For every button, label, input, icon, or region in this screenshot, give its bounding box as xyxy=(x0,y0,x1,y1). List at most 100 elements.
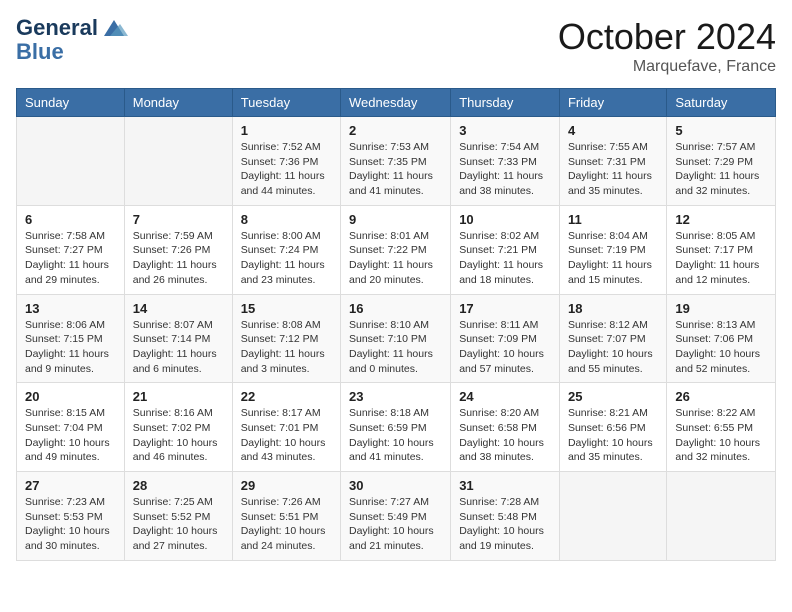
day-number: 22 xyxy=(241,389,332,404)
calendar-cell: 15Sunrise: 8:08 AMSunset: 7:12 PMDayligh… xyxy=(232,294,340,383)
cell-line: Sunset: 6:56 PM xyxy=(568,422,646,434)
cell-line: Daylight: 11 hours and 26 minutes. xyxy=(133,259,217,286)
day-number: 27 xyxy=(25,478,116,493)
cell-line: Sunrise: 7:53 AM xyxy=(349,141,429,153)
cell-line: Daylight: 10 hours and 32 minutes. xyxy=(675,437,760,464)
calendar-cell: 7 Sunrise: 7:59 AMSunset: 7:26 PMDaylight… xyxy=(124,205,232,294)
cell-line: Sunset: 7:21 PM xyxy=(459,244,537,256)
day-number: 31 xyxy=(459,478,551,493)
day-number: 28 xyxy=(133,478,224,493)
day-number: 9 xyxy=(349,212,442,227)
cell-content: Sunrise: 8:21 AMSunset: 6:56 PMDaylight:… xyxy=(568,406,658,465)
cell-content: Sunrise: 8:08 AMSunset: 7:12 PMDaylight:… xyxy=(241,318,332,377)
cell-line: Sunrise: 7:27 AM xyxy=(349,496,429,508)
day-number: 21 xyxy=(133,389,224,404)
calendar-cell: 19Sunrise: 8:13 AMSunset: 7:06 PMDayligh… xyxy=(667,294,776,383)
day-of-week-sunday: Sunday xyxy=(17,89,125,117)
cell-line: Daylight: 10 hours and 30 minutes. xyxy=(25,525,110,552)
cell-line: Sunset: 7:09 PM xyxy=(459,333,537,345)
day-number: 17 xyxy=(459,301,551,316)
logo-icon xyxy=(100,18,128,40)
cell-line: Sunrise: 8:10 AM xyxy=(349,319,429,331)
cell-line: Sunset: 7:01 PM xyxy=(241,422,319,434)
cell-content: Sunrise: 7:59 AMSunset: 7:26 PMDaylight:… xyxy=(133,229,224,288)
cell-line: Sunset: 6:59 PM xyxy=(349,422,427,434)
calendar-cell: 5Sunrise: 7:57 AMSunset: 7:29 PMDaylight… xyxy=(667,117,776,206)
day-number: 30 xyxy=(349,478,442,493)
cell-content: Sunrise: 7:25 AMSunset: 5:52 PMDaylight:… xyxy=(133,495,224,554)
calendar-cell xyxy=(667,472,776,561)
day-number: 4 xyxy=(568,123,658,138)
calendar-cell: 30Sunrise: 7:27 AMSunset: 5:49 PMDayligh… xyxy=(341,472,451,561)
cell-line: Sunrise: 7:55 AM xyxy=(568,141,648,153)
cell-line: Daylight: 11 hours and 6 minutes. xyxy=(133,348,217,375)
logo-text: General xyxy=(16,16,128,40)
cell-content: Sunrise: 8:22 AMSunset: 6:55 PMDaylight:… xyxy=(675,406,767,465)
cell-line: Sunrise: 7:26 AM xyxy=(241,496,321,508)
cell-line: Daylight: 10 hours and 43 minutes. xyxy=(241,437,326,464)
cell-content: Sunrise: 7:55 AMSunset: 7:31 PMDaylight:… xyxy=(568,140,658,199)
calendar-cell: 20Sunrise: 8:15 AMSunset: 7:04 PMDayligh… xyxy=(17,383,125,472)
cell-line: Sunset: 7:27 PM xyxy=(25,244,103,256)
cell-line: Sunrise: 8:12 AM xyxy=(568,319,648,331)
cell-content: Sunrise: 8:00 AMSunset: 7:24 PMDaylight:… xyxy=(241,229,332,288)
cell-line: Sunset: 7:04 PM xyxy=(25,422,103,434)
calendar-cell: 2Sunrise: 7:53 AMSunset: 7:35 PMDaylight… xyxy=(341,117,451,206)
calendar-cell: 26Sunrise: 8:22 AMSunset: 6:55 PMDayligh… xyxy=(667,383,776,472)
cell-line: Sunrise: 7:52 AM xyxy=(241,141,321,153)
calendar-cell: 18Sunrise: 8:12 AMSunset: 7:07 PMDayligh… xyxy=(559,294,666,383)
cell-line: Daylight: 11 hours and 9 minutes. xyxy=(25,348,109,375)
cell-line: Daylight: 10 hours and 27 minutes. xyxy=(133,525,218,552)
calendar-week-4: 20Sunrise: 8:15 AMSunset: 7:04 PMDayligh… xyxy=(17,383,776,472)
cell-line: Sunset: 7:02 PM xyxy=(133,422,211,434)
cell-line: Daylight: 11 hours and 0 minutes. xyxy=(349,348,433,375)
day-number: 13 xyxy=(25,301,116,316)
calendar-cell: 28 Sunrise: 7:25 AMSunset: 5:52 PMDayligh… xyxy=(124,472,232,561)
day-number: 23 xyxy=(349,389,442,404)
cell-content: Sunrise: 8:12 AMSunset: 7:07 PMDaylight:… xyxy=(568,318,658,377)
day-number: 3 xyxy=(459,123,551,138)
cell-line: Daylight: 10 hours and 55 minutes. xyxy=(568,348,653,375)
calendar-cell: 9 Sunrise: 8:01 AMSunset: 7:22 PMDaylight… xyxy=(341,205,451,294)
cell-line: Sunrise: 8:08 AM xyxy=(241,319,321,331)
cell-line: Sunset: 7:17 PM xyxy=(675,244,753,256)
calendar-cell: 23Sunrise: 8:18 AMSunset: 6:59 PMDayligh… xyxy=(341,383,451,472)
cell-content: Sunrise: 8:04 AMSunset: 7:19 PMDaylight:… xyxy=(568,229,658,288)
cell-content: Sunrise: 7:54 AMSunset: 7:33 PMDaylight:… xyxy=(459,140,551,199)
day-number: 2 xyxy=(349,123,442,138)
cell-line: Sunset: 5:53 PM xyxy=(25,511,103,523)
cell-line: Sunset: 7:14 PM xyxy=(133,333,211,345)
cell-line: Sunset: 7:31 PM xyxy=(568,156,646,168)
cell-content: Sunrise: 8:01 AMSunset: 7:22 PMDaylight:… xyxy=(349,229,442,288)
day-of-week-tuesday: Tuesday xyxy=(232,89,340,117)
cell-line: Sunset: 7:26 PM xyxy=(133,244,211,256)
cell-line: Daylight: 11 hours and 38 minutes. xyxy=(459,170,543,197)
day-number: 11 xyxy=(568,212,658,227)
month-title: October 2024 xyxy=(558,16,776,58)
day-number: 7 xyxy=(133,212,224,227)
calendar-cell: 1Sunrise: 7:52 AMSunset: 7:36 PMDaylight… xyxy=(232,117,340,206)
cell-content: Sunrise: 8:13 AMSunset: 7:06 PMDaylight:… xyxy=(675,318,767,377)
cell-line: Sunrise: 8:02 AM xyxy=(459,230,539,242)
cell-line: Sunset: 7:10 PM xyxy=(349,333,427,345)
cell-line: Sunrise: 8:05 AM xyxy=(675,230,755,242)
cell-content: Sunrise: 7:23 AM Sunset: 5:53 PM Daylight:… xyxy=(25,495,116,554)
cell-line: Sunrise: 7:28 AM xyxy=(459,496,539,508)
cell-line: Sunset: 7:19 PM xyxy=(568,244,646,256)
cell-line: Sunrise: 7:23 AM xyxy=(25,496,105,508)
cell-line: Sunrise: 7:54 AM xyxy=(459,141,539,153)
cell-line: Sunrise: 8:06 AM xyxy=(25,319,105,331)
cell-line: Sunset: 7:36 PM xyxy=(241,156,319,168)
cell-line: Sunset: 7:24 PM xyxy=(241,244,319,256)
cell-line: Sunrise: 8:18 AM xyxy=(349,407,429,419)
cell-line: Sunrise: 8:22 AM xyxy=(675,407,755,419)
cell-line: Daylight: 10 hours and 38 minutes. xyxy=(459,437,544,464)
logo-blue: Blue xyxy=(16,40,128,64)
cell-line: Sunrise: 8:00 AM xyxy=(241,230,321,242)
cell-line: Sunrise: 7:58 AM xyxy=(25,230,105,242)
cell-line: Sunrise: 8:15 AM xyxy=(25,407,105,419)
day-number: 12 xyxy=(675,212,767,227)
calendar-cell: 27 Sunrise: 7:23 AM Sunset: 5:53 PM Dayligh… xyxy=(17,472,125,561)
cell-content: Sunrise: 7:26 AMSunset: 5:51 PMDaylight:… xyxy=(241,495,332,554)
day-of-week-friday: Friday xyxy=(559,89,666,117)
